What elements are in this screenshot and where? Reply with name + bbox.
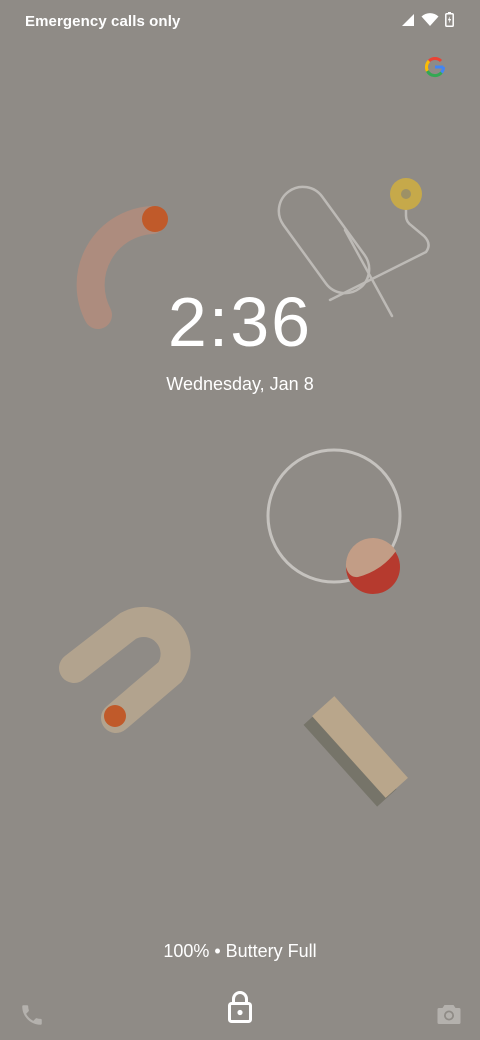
carrier-text: Emergency calls only [25, 13, 181, 30]
wallpaper-u-shape [59, 607, 191, 733]
phone-icon[interactable] [19, 1002, 45, 1028]
wallpaper-small-orange-dot [104, 705, 126, 727]
wallpaper-yellow-ring-center [401, 189, 411, 199]
camera-icon[interactable] [436, 1002, 462, 1026]
google-icon [424, 57, 446, 78]
lock-icon[interactable] [226, 990, 254, 1024]
status-icons [401, 12, 454, 27]
clock-time: 2:36 [167, 283, 313, 361]
lock-screen: Emergency calls only 2:36 Wednesday, Jan… [0, 0, 480, 1040]
clock-date: Wednesday, Jan 8 [166, 374, 314, 394]
charging-status: 100% • Buttery Full [163, 941, 317, 961]
wallpaper-orange-dot [142, 206, 168, 232]
battery-charging-icon [445, 12, 454, 27]
wallpaper [59, 178, 430, 807]
wifi-icon [421, 12, 439, 26]
status-bar: Emergency calls only [0, 0, 480, 44]
signal-icon [402, 13, 414, 26]
